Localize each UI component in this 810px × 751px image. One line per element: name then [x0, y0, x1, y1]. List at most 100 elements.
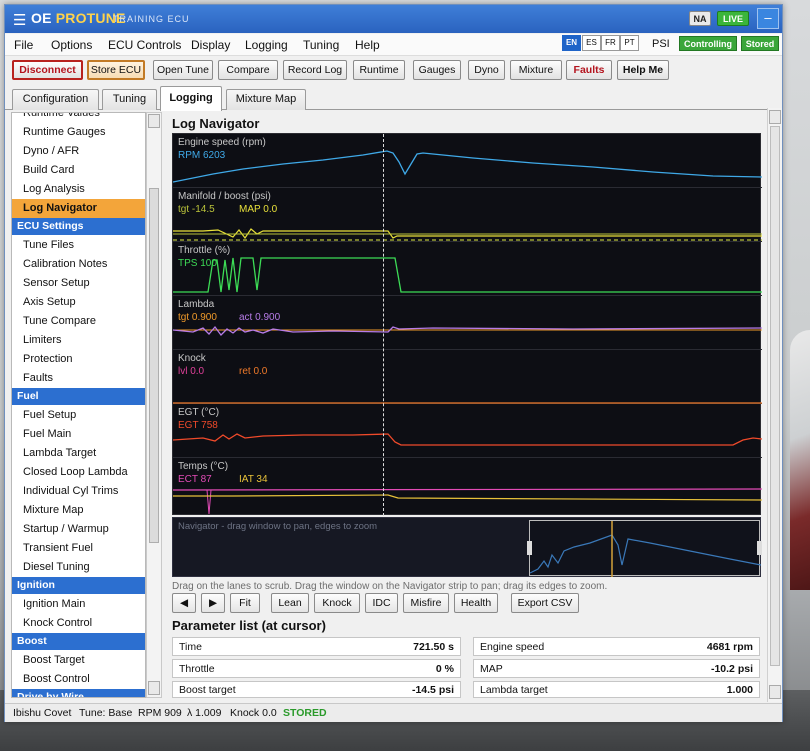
gauges-button[interactable]: Gauges	[413, 60, 461, 80]
sidebar-item-lambda-target[interactable]: Lambda Target	[12, 444, 145, 463]
sidebar-item-runtime-values[interactable]: Runtime Values	[12, 113, 145, 123]
sidebar-item-log-navigator[interactable]: Log Navigator	[12, 199, 145, 218]
health-button[interactable]: Health	[454, 593, 498, 613]
navigator-strip[interactable]: Navigator - drag window to pan, edges to…	[172, 517, 762, 577]
misfire-button[interactable]: Misfire	[403, 593, 449, 613]
idc-button[interactable]: IDC	[365, 593, 398, 613]
navigator-left-handle[interactable]	[527, 541, 532, 555]
store-ecu-button[interactable]: Store ECU	[87, 60, 145, 80]
param-key: Boost target	[179, 684, 236, 696]
lang-fr[interactable]: FR	[601, 35, 620, 51]
param-row: MAP -10.2 psi	[473, 659, 760, 678]
sidebar-item-fuel-setup[interactable]: Fuel Setup	[12, 406, 145, 425]
tab-logging[interactable]: Logging	[160, 86, 222, 111]
menu-logging[interactable]: Logging	[245, 38, 288, 52]
sidebar-item-log-analysis[interactable]: Log Analysis	[12, 180, 145, 199]
sidebar-item-boost-target[interactable]: Boost Target	[12, 651, 145, 670]
sidebar-item-closed-loop-lambda[interactable]: Closed Loop Lambda	[12, 463, 145, 482]
app-window: ☰ OE PROTUNE TRAINING ECU NA LIVE – File…	[4, 4, 783, 722]
sidebar-item-ignition-main[interactable]: Ignition Main	[12, 595, 145, 614]
open-tune-button[interactable]: Open Tune	[153, 60, 213, 80]
sidebar-item-runtime-gauges[interactable]: Runtime Gauges	[12, 123, 145, 142]
status-lambda: λ 1.009	[187, 707, 222, 719]
sidebar-item-axis-setup[interactable]: Axis Setup	[12, 293, 145, 312]
scroll-down-arrow[interactable]	[148, 681, 160, 695]
fit-button[interactable]: Fit	[230, 593, 260, 613]
prev-button[interactable]: ◀	[172, 593, 196, 613]
sidebar-item-faults[interactable]: Faults	[12, 369, 145, 388]
chart-cursor[interactable]	[383, 134, 384, 516]
sidebar-item-boost-control[interactable]: Boost Control	[12, 670, 145, 689]
sidebar-item-build-card[interactable]: Build Card	[12, 161, 145, 180]
runtime-button[interactable]: Runtime	[353, 60, 405, 80]
sidebar-item-tune-compare[interactable]: Tune Compare	[12, 312, 145, 331]
export-csv-button[interactable]: Export CSV	[511, 593, 579, 613]
main-scroll-up[interactable]	[769, 110, 781, 124]
sidebar-item-protection[interactable]: Protection	[12, 350, 145, 369]
sidebar-item-individual-cyl-trims[interactable]: Individual Cyl Trims	[12, 482, 145, 501]
tab-tuning[interactable]: Tuning	[102, 89, 157, 110]
sidebar-item-mixture-map[interactable]: Mixture Map	[12, 501, 145, 520]
param-value: 1.000	[726, 684, 753, 696]
disconnect-button[interactable]: Disconnect	[12, 60, 83, 80]
mixture-button[interactable]: Mixture	[510, 60, 562, 80]
menu-file[interactable]: File	[14, 38, 33, 52]
sidebar-section-ecu-settings: ECU Settings	[12, 218, 145, 235]
lane-throttle[interactable]: Throttle (%) TPS 100	[173, 242, 762, 296]
lang-pt[interactable]: PT	[620, 35, 639, 51]
knock-button[interactable]: Knock	[314, 593, 360, 613]
sidebar-item-calibration-notes[interactable]: Calibration Notes	[12, 255, 145, 274]
menu-ecu-controls[interactable]: ECU Controls	[108, 38, 181, 52]
lane-manifold-boost[interactable]: Manifold / boost (psi) tgt -14.5 MAP 0.0	[173, 188, 762, 242]
status-knock: Knock 0.0	[230, 707, 277, 719]
scroll-up-arrow[interactable]	[148, 114, 160, 128]
lean-button[interactable]: Lean	[271, 593, 309, 613]
main-scroll-down[interactable]	[769, 685, 781, 699]
menu-options[interactable]: Options	[51, 38, 92, 52]
lane-egt[interactable]: EGT (°C) EGT 758	[173, 404, 762, 458]
sidebar-item-limiters[interactable]: Limiters	[12, 331, 145, 350]
sidebar-item-transient-fuel[interactable]: Transient Fuel	[12, 539, 145, 558]
tab-mixture-map[interactable]: Mixture Map	[226, 89, 306, 110]
brand-prefix: OE	[31, 10, 56, 26]
compare-button[interactable]: Compare	[218, 60, 278, 80]
sidebar-scroll-thumb[interactable]	[149, 188, 159, 543]
help-me-button[interactable]: Help Me	[617, 60, 669, 80]
main-scrollbar[interactable]	[767, 108, 782, 702]
status-tune: Tune: Base	[79, 707, 133, 719]
menu-tuning[interactable]: Tuning	[303, 38, 339, 52]
navigator-window[interactable]	[527, 520, 762, 577]
boost-trace	[173, 228, 762, 241]
minimize-button[interactable]: –	[757, 8, 779, 29]
navigator-right-handle[interactable]	[757, 541, 762, 555]
log-chart[interactable]: Engine speed (rpm) RPM 6203 Manifold / b…	[172, 133, 762, 516]
lane-lambda[interactable]: Lambda tgt 0.900 act 0.900	[173, 296, 762, 350]
record-log-button[interactable]: Record Log	[283, 60, 347, 80]
lang-es[interactable]: ES	[582, 35, 601, 51]
faults-button[interactable]: Faults	[566, 60, 612, 80]
sidebar-scrollbar[interactable]	[146, 112, 162, 698]
lane-temps[interactable]: Temps (°C) ECT 87 IAT 34	[173, 458, 762, 516]
lang-en[interactable]: EN	[562, 35, 581, 51]
sidebar-item-tune-files[interactable]: Tune Files	[12, 236, 145, 255]
lane-engine-speed[interactable]: Engine speed (rpm) RPM 6203	[173, 134, 762, 188]
next-button[interactable]: ▶	[201, 593, 225, 613]
stored-badge: Stored	[741, 36, 779, 51]
sidebar-item-startup-warmup[interactable]: Startup / Warmup	[12, 520, 145, 539]
main-scroll-thumb[interactable]	[770, 126, 780, 666]
lane-knock[interactable]: Knock lvl 0.0 ret 0.0	[173, 350, 762, 404]
live-badge[interactable]: LIVE	[717, 11, 749, 26]
menu-display[interactable]: Display	[191, 38, 230, 52]
sidebar-item-knock-control[interactable]: Knock Control	[12, 614, 145, 633]
units-label[interactable]: PSI	[652, 38, 670, 50]
sidebar-item-dyno-afr[interactable]: Dyno / AFR	[12, 142, 145, 161]
scrub-hint: Drag on the lanes to scrub. Drag the win…	[172, 581, 608, 592]
sidebar-item-sensor-setup[interactable]: Sensor Setup	[12, 274, 145, 293]
sidebar-item-fuel-main[interactable]: Fuel Main	[12, 425, 145, 444]
controlling-badge: Controlling	[679, 36, 737, 51]
sidebar-item-diesel-tuning[interactable]: Diesel Tuning	[12, 558, 145, 577]
tab-configuration[interactable]: Configuration	[12, 89, 99, 110]
dyno-button[interactable]: Dyno	[468, 60, 505, 80]
menu-help[interactable]: Help	[355, 38, 380, 52]
na-badge[interactable]: NA	[689, 11, 711, 26]
